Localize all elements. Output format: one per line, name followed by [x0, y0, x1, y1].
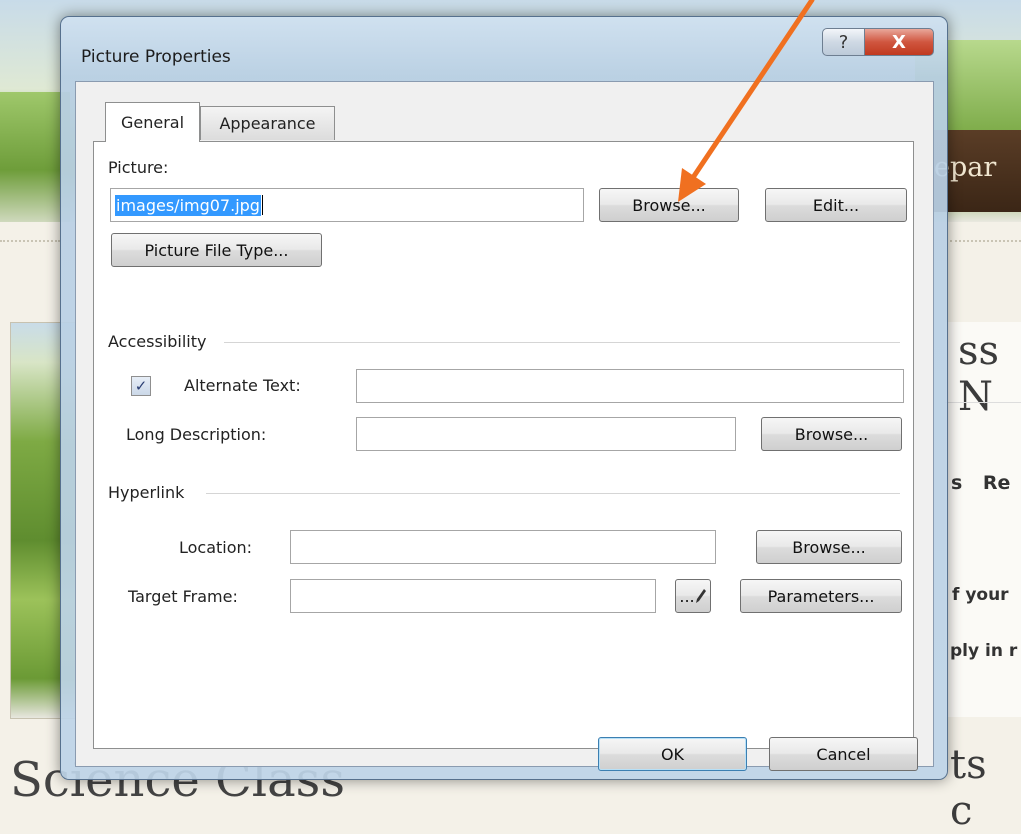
pencil-icon [695, 589, 706, 603]
dialog-client-area: General Appearance Picture: images/img07… [75, 81, 934, 767]
background-heading-right: ss N [958, 328, 1000, 420]
background-nav-text: s Re [951, 472, 1011, 494]
location-label: Location: [179, 538, 253, 557]
cancel-button[interactable]: Cancel [769, 737, 918, 771]
background-text-line-1: f your [952, 585, 1009, 605]
tab-appearance[interactable]: Appearance [200, 106, 335, 140]
target-frame-picker-text: ... [679, 586, 695, 606]
location-input[interactable] [290, 530, 716, 564]
accessibility-group-label: Accessibility [108, 332, 207, 351]
alternate-text-label: Alternate Text: [184, 376, 301, 395]
general-tab-panel: Picture: images/img07.jpg Browse... Edit… [93, 141, 914, 749]
dialog-title: Picture Properties [81, 47, 231, 67]
ok-button[interactable]: OK [598, 737, 747, 771]
help-button[interactable]: ? [822, 28, 865, 56]
parameters-button[interactable]: Parameters... [740, 579, 902, 613]
accessibility-group-line [224, 342, 900, 343]
long-description-browse-button[interactable]: Browse... [761, 417, 902, 451]
picture-label: Picture: [108, 158, 169, 177]
background-heading-bottom-right: ts c [950, 742, 987, 834]
picture-browse-button[interactable]: Browse... [599, 188, 739, 222]
picture-properties-dialog: Picture Properties ? X General Appearanc… [60, 16, 948, 780]
close-button[interactable]: X [864, 28, 934, 56]
alternate-text-input[interactable] [356, 369, 904, 403]
background-rule [945, 402, 1021, 403]
picture-edit-button[interactable]: Edit... [765, 188, 907, 222]
picture-file-type-button[interactable]: Picture File Type... [111, 233, 322, 267]
target-frame-input[interactable] [290, 579, 656, 613]
alternate-text-checkbox[interactable]: ✓ [131, 376, 151, 396]
background-text-line-2: ply in r [950, 641, 1018, 661]
hyperlink-group-line [206, 493, 900, 494]
text-caret [261, 195, 263, 215]
long-description-label: Long Description: [126, 425, 267, 444]
picture-path-value: images/img07.jpg [115, 194, 261, 216]
target-frame-label: Target Frame: [128, 587, 238, 606]
long-description-input[interactable] [356, 417, 736, 451]
picture-path-input[interactable]: images/img07.jpg [110, 188, 584, 222]
background-dotted-rule-left [0, 240, 60, 242]
tab-general[interactable]: General [105, 102, 200, 142]
hyperlink-group-label: Hyperlink [108, 483, 185, 502]
background-dotted-rule-right [950, 240, 1021, 242]
location-browse-button[interactable]: Browse... [756, 530, 902, 564]
target-frame-picker-button[interactable]: ... [675, 579, 711, 613]
